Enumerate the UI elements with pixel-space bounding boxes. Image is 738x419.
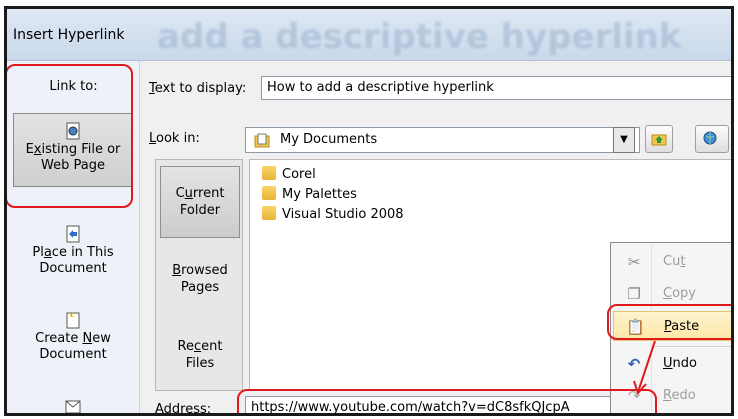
my-documents-folder-icon (254, 133, 270, 148)
look-in-value: My Documents (280, 132, 378, 147)
text-to-display-label: Text to display: (149, 81, 247, 96)
up-folder-icon (651, 134, 667, 146)
menu-item-redo-label: Redo (663, 388, 696, 403)
address-label: Address: (155, 402, 212, 416)
place-in-document-label: Place in This Document (32, 245, 114, 276)
annotation-box-link-to (7, 64, 133, 208)
menu-item-cut[interactable]: ✂ Cut (611, 247, 731, 277)
new-document-icon (66, 312, 80, 329)
folder-icon (262, 166, 276, 180)
folder-icon (262, 206, 276, 220)
nav-browsed-pages-button[interactable]: Browsed Pages (160, 256, 240, 306)
file-list-item[interactable]: Visual Studio 2008 (262, 206, 404, 224)
link-to-create-new-document-button[interactable]: Create New Document (13, 307, 133, 371)
file-list-item[interactable]: Corel (262, 166, 316, 184)
copy-icon: ❐ (627, 285, 641, 303)
link-to-email-button[interactable] (13, 393, 133, 413)
text-to-display-input[interactable]: How to add a descriptive hyperlink (261, 76, 731, 100)
menu-item-undo[interactable]: ↶ Undo (611, 349, 731, 379)
email-address-icon (65, 400, 81, 413)
browse-web-button[interactable] (695, 125, 729, 153)
nav-current-folder-button[interactable]: Current Folder (160, 166, 240, 238)
place-in-document-icon (66, 225, 80, 243)
menu-item-cut-label: Cut (663, 254, 686, 269)
chevron-down-icon: ▼ (620, 134, 628, 145)
annotation-box-paste (607, 304, 731, 340)
link-to-place-in-document-button[interactable]: Place in This Document (13, 221, 133, 285)
up-one-folder-button[interactable] (645, 125, 673, 153)
file-list-item[interactable]: My Palettes (262, 186, 357, 204)
look-in-nav-panel: Current Folder Browsed Pages Recent Files (155, 159, 243, 391)
title-ghost-banner: add a descriptive hyperlink (157, 17, 682, 57)
insert-hyperlink-dialog: add a descriptive hyperlink Insert Hyper… (4, 6, 734, 416)
look-in-select[interactable]: My Documents (245, 127, 640, 153)
look-in-label: Look in: (149, 131, 200, 146)
folder-icon (262, 186, 276, 200)
scissors-icon: ✂ (627, 253, 641, 271)
menu-item-undo-label: Undo (663, 356, 697, 371)
menu-separator (655, 346, 731, 347)
annotation-arrow (633, 340, 656, 395)
create-new-document-label: Create New Document (35, 331, 111, 362)
globe-search-icon (703, 131, 717, 145)
annotation-box-address (237, 389, 657, 413)
title-bar: add a descriptive hyperlink Insert Hyper… (7, 9, 731, 61)
dialog-title: Insert Hyperlink (13, 27, 125, 43)
nav-recent-files-button[interactable]: Recent Files (160, 332, 240, 382)
look-in-dropdown-button[interactable]: ▼ (613, 127, 635, 153)
menu-item-copy-label: Copy (663, 286, 696, 301)
